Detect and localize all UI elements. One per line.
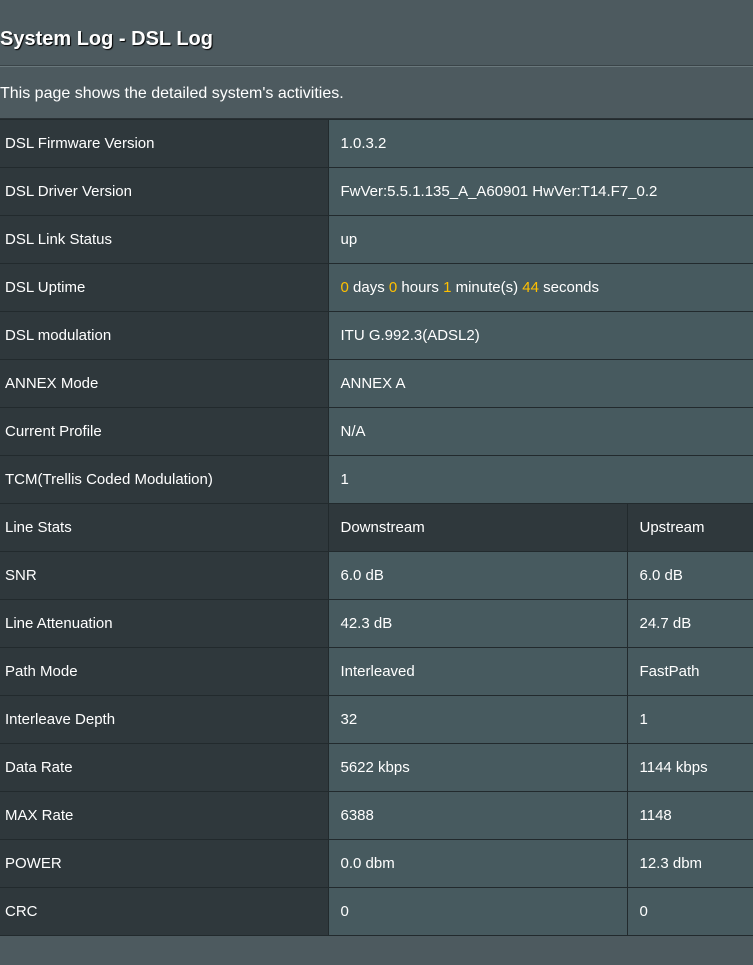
snr-downstream: 6.0 dB <box>328 551 628 600</box>
table-row: ANNEX Mode ANNEX A <box>0 359 753 408</box>
uptime-days-unit: days <box>353 278 385 296</box>
path-mode-label: Path Mode <box>0 647 329 696</box>
firmware-version-label: DSL Firmware Version <box>0 119 329 168</box>
table-row: CRC 0 0 <box>0 887 753 936</box>
table-row: DSL Uptime 0 days 0 hours 1 minute(s) 44… <box>0 263 753 312</box>
tcm-value: 1 <box>328 455 753 504</box>
data-rate-upstream: 1144 kbps <box>627 743 753 792</box>
path-mode-upstream: FastPath <box>627 647 753 696</box>
snr-label: SNR <box>0 551 329 600</box>
table-row: POWER 0.0 dbm 12.3 dbm <box>0 839 753 888</box>
modulation-value: ITU G.992.3(ADSL2) <box>328 311 753 360</box>
current-profile-label: Current Profile <box>0 407 329 456</box>
uptime-seconds-unit: seconds <box>543 278 600 296</box>
table-row: Path Mode Interleaved FastPath <box>0 647 753 696</box>
power-downstream: 0.0 dbm <box>328 839 628 888</box>
max-rate-upstream: 1148 <box>627 791 753 840</box>
interleave-depth-upstream: 1 <box>627 695 753 744</box>
page-description: This page shows the detailed system's ac… <box>0 67 753 119</box>
line-attenuation-upstream: 24.7 dB <box>627 599 753 648</box>
current-profile-value: N/A <box>328 407 753 456</box>
table-row: DSL modulation ITU G.992.3(ADSL2) <box>0 311 753 360</box>
annex-mode-label: ANNEX Mode <box>0 359 329 408</box>
annex-mode-value: ANNEX A <box>328 359 753 408</box>
line-stats-header-label: Line Stats <box>0 503 329 552</box>
path-mode-downstream: Interleaved <box>328 647 628 696</box>
table-row: DSL Firmware Version 1.0.3.2 <box>0 119 753 168</box>
table-row: Current Profile N/A <box>0 407 753 456</box>
downstream-header: Downstream <box>328 503 628 552</box>
line-attenuation-label: Line Attenuation <box>0 599 329 648</box>
table-row: Interleave Depth 32 1 <box>0 695 753 744</box>
uptime-days: 0 <box>340 278 349 296</box>
interleave-depth-label: Interleave Depth <box>0 695 329 744</box>
uptime-hours: 0 <box>388 278 398 296</box>
power-label: POWER <box>0 839 329 888</box>
table-row: TCM(Trellis Coded Modulation) 1 <box>0 455 753 504</box>
crc-label: CRC <box>0 887 329 936</box>
uptime-seconds: 44 <box>522 278 539 296</box>
dsl-info-table: DSL Firmware Version 1.0.3.2 DSL Driver … <box>0 119 753 936</box>
table-row: DSL Driver Version FwVer:5.5.1.135_A_A60… <box>0 167 753 216</box>
crc-upstream: 0 <box>627 887 753 936</box>
table-row: SNR 6.0 dB 6.0 dB <box>0 551 753 600</box>
snr-upstream: 6.0 dB <box>627 551 753 600</box>
link-status-label: DSL Link Status <box>0 215 329 264</box>
max-rate-label: MAX Rate <box>0 791 329 840</box>
dsl-log-page: System Log - DSL Log This page shows the… <box>0 0 753 965</box>
driver-version-label: DSL Driver Version <box>0 167 329 216</box>
max-rate-downstream: 6388 <box>328 791 628 840</box>
data-rate-downstream: 5622 kbps <box>328 743 628 792</box>
data-rate-label: Data Rate <box>0 743 329 792</box>
line-stats-header-row: Line Stats Downstream Upstream <box>0 503 753 552</box>
page-title: System Log - DSL Log <box>0 0 753 66</box>
firmware-version-value: 1.0.3.2 <box>328 119 753 168</box>
link-status-value: up <box>328 215 753 264</box>
driver-version-value: FwVer:5.5.1.135_A_A60901 HwVer:T14.F7_0.… <box>328 167 753 216</box>
tcm-label: TCM(Trellis Coded Modulation) <box>0 455 329 504</box>
uptime-value: 0 days 0 hours 1 minute(s) 44 seconds <box>328 263 753 312</box>
upstream-header: Upstream <box>627 503 753 552</box>
table-row: MAX Rate 6388 1148 <box>0 791 753 840</box>
uptime-label: DSL Uptime <box>0 263 329 312</box>
line-attenuation-downstream: 42.3 dB <box>328 599 628 648</box>
interleave-depth-downstream: 32 <box>328 695 628 744</box>
uptime-minutes-unit: minute(s) <box>455 278 519 296</box>
table-row: Line Attenuation 42.3 dB 24.7 dB <box>0 599 753 648</box>
modulation-label: DSL modulation <box>0 311 329 360</box>
uptime-hours-unit: hours <box>401 278 439 296</box>
crc-downstream: 0 <box>328 887 628 936</box>
table-row: DSL Link Status up <box>0 215 753 264</box>
power-upstream: 12.3 dbm <box>627 839 753 888</box>
uptime-minutes: 1 <box>443 278 452 296</box>
table-row: Data Rate 5622 kbps 1144 kbps <box>0 743 753 792</box>
